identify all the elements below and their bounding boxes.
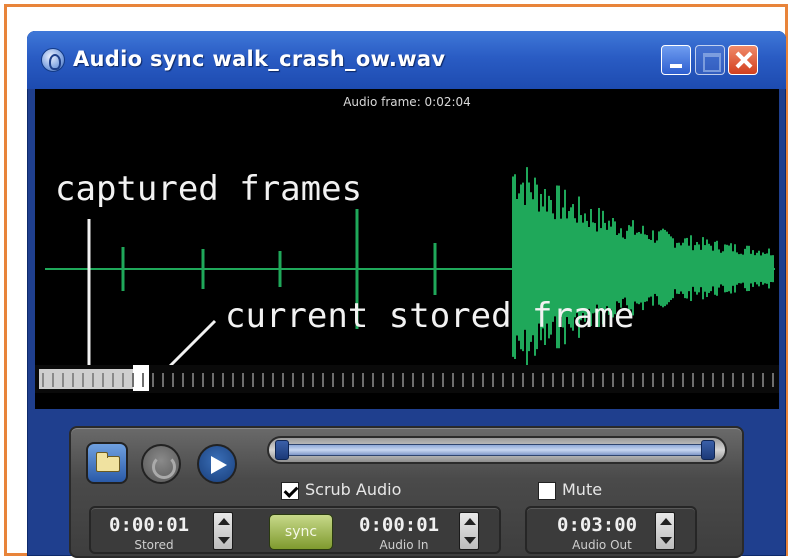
- current-stored-frame-annotation: current stored frame: [225, 296, 635, 336]
- stored-spinner[interactable]: [213, 512, 233, 550]
- stored-audioin-group: 0:00:01 Stored sync 0:00:01 Audio In: [89, 506, 501, 554]
- stored-caption: Stored: [134, 538, 174, 552]
- frame-strip-graphic: [39, 365, 774, 391]
- title-bar[interactable]: Audio sync walk_crash_ow.wav: [27, 31, 786, 89]
- audio-in-caption: Audio In: [379, 538, 429, 552]
- mute-label: Mute: [562, 480, 603, 499]
- open-file-button[interactable]: [86, 442, 128, 484]
- folder-open-icon: [96, 452, 120, 472]
- range-end-handle[interactable]: [701, 440, 715, 460]
- current-frame-marker[interactable]: [133, 365, 149, 391]
- audio-in-time-value[interactable]: 0:00:01: [359, 514, 439, 536]
- current-frame-pointer: [165, 319, 217, 371]
- control-panel: Scrub Audio Mute 0:00:01 Stored sync 0:0…: [69, 426, 744, 558]
- stored-time-value[interactable]: 0:00:01: [109, 514, 189, 536]
- captured-frames-annotation: captured frames: [55, 169, 363, 209]
- scrub-audio-label: Scrub Audio: [305, 480, 402, 499]
- range-slider[interactable]: [267, 436, 727, 464]
- range-slider-fill: [283, 444, 703, 456]
- audio-out-group: 0:03:00 Audio Out: [525, 506, 697, 554]
- play-button[interactable]: [197, 444, 237, 484]
- loop-button[interactable]: [141, 444, 181, 484]
- maximize-button[interactable]: [695, 45, 725, 75]
- audio-app-icon: [41, 48, 65, 72]
- close-button[interactable]: [728, 45, 758, 75]
- window-title: Audio sync walk_crash_ow.wav: [73, 47, 446, 71]
- waveform-display[interactable]: Audio frame: 0:02:04 captured frames cur…: [35, 89, 779, 409]
- range-start-handle[interactable]: [275, 440, 289, 460]
- audio-in-spinner[interactable]: [459, 512, 479, 550]
- scrub-audio-checkbox[interactable]: [281, 482, 299, 500]
- waveform-graph: [45, 167, 775, 389]
- frame-strip[interactable]: [35, 365, 779, 393]
- audio-out-spinner[interactable]: [655, 512, 675, 550]
- audio-out-caption: Audio Out: [572, 538, 632, 552]
- audio-sync-window: Audio sync walk_crash_ow.wav Audio frame…: [27, 31, 786, 558]
- minimize-button[interactable]: [661, 45, 691, 75]
- sync-button[interactable]: sync: [269, 514, 333, 550]
- mute-checkbox[interactable]: [538, 482, 556, 500]
- audio-out-time-value[interactable]: 0:03:00: [557, 514, 637, 536]
